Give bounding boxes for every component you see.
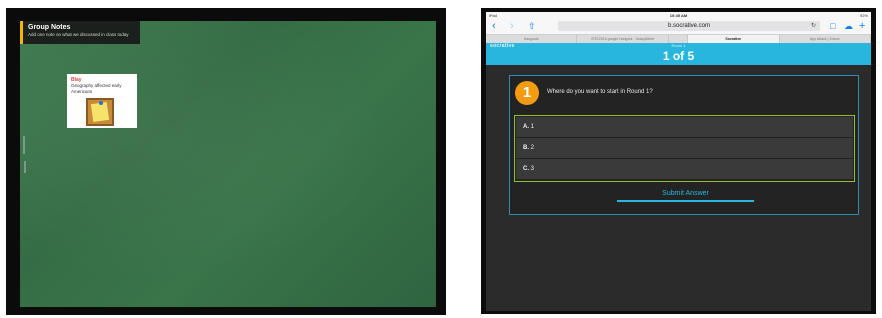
ipad-screen: iPad 10:45 AM 92% ‹ › ⇧ b.socrative.com …	[486, 12, 871, 311]
note-text: Geography affected early Americans	[71, 83, 122, 94]
answer-letter: B.	[523, 145, 529, 151]
quiz-area: 1 Where do you want to start in Round 1?…	[486, 65, 871, 311]
cloud-tabs-icon[interactable]: ☁	[844, 20, 853, 33]
tab-bar: Hangouts ISTE2016 google Hangout - Today…	[486, 34, 871, 43]
tab-hangouts[interactable]: Hangouts	[486, 35, 578, 43]
status-bar: iPad 10:45 AM 92%	[486, 12, 871, 19]
answer-option-a[interactable]: A. 1	[516, 117, 853, 137]
note-card[interactable]: Blay Geography affected early Americans	[67, 74, 137, 128]
question-text: Where do you want to start in Round 1?	[547, 89, 653, 95]
question-card: 1 Where do you want to start in Round 1?…	[509, 75, 859, 215]
forward-icon[interactable]: ›	[510, 20, 514, 33]
status-time: 10:45 AM	[669, 13, 688, 18]
answer-letter: C.	[523, 166, 529, 172]
chalk-smudge	[24, 161, 26, 173]
reload-icon[interactable]: ↻	[811, 21, 816, 31]
question-number-badge: 1	[515, 81, 539, 105]
url-text: b.socrative.com	[667, 23, 710, 29]
answer-text: 3	[530, 166, 535, 172]
tab-socrative[interactable]: Socrative	[688, 35, 780, 43]
pushpin-icon	[99, 101, 103, 105]
safari-toolbar: ‹ › ⇧ b.socrative.com ↻ □ ☁ +	[486, 19, 871, 34]
bookmarks-icon[interactable]: □	[830, 20, 835, 33]
group-notes-header: Group Notes Add one note on what we disc…	[20, 21, 140, 44]
tab-smore[interactable]: App Attack | Smore	[780, 35, 871, 43]
screenshot-canvas: Group Notes Add one note on what we disc…	[0, 0, 882, 318]
url-bar[interactable]: b.socrative.com ↻	[558, 21, 820, 31]
group-notes-title: Group Notes	[28, 24, 71, 31]
group-notes-subtitle: Add one note on what we discussed in cla…	[28, 32, 129, 37]
tab-blank[interactable]	[669, 35, 689, 43]
answer-list: A. 1 B. 2 C. 3	[514, 115, 855, 182]
new-tab-icon[interactable]: +	[859, 20, 865, 33]
chalk-smudge	[23, 136, 25, 154]
back-icon[interactable]: ‹	[492, 20, 496, 33]
share-icon[interactable]: ⇧	[528, 20, 536, 33]
answer-option-c[interactable]: C. 3	[516, 159, 853, 179]
sticky-note-icon	[86, 98, 114, 126]
answer-text: 2	[530, 145, 535, 151]
answer-letter: A.	[523, 124, 529, 130]
question-progress: 1 of 5	[662, 49, 695, 63]
ipad-frame: iPad 10:45 AM 92% ‹ › ⇧ b.socrative.com …	[481, 8, 876, 314]
socrative-header: socrative Room 1 1 of 5	[486, 43, 871, 65]
submit-answer-button[interactable]: Submit Answer	[617, 188, 754, 202]
chalkboard: Group Notes Add one note on what we disc…	[20, 21, 436, 307]
answer-text: 1	[530, 124, 535, 130]
chalkboard-frame: Group Notes Add one note on what we disc…	[6, 8, 446, 315]
tab-todaysmeet[interactable]: ISTE2016 google Hangout - TodaysMeet	[577, 35, 669, 43]
answer-option-b[interactable]: B. 2	[516, 138, 853, 158]
room-name: Room 1	[671, 43, 686, 48]
battery-level: 92%	[859, 13, 868, 18]
